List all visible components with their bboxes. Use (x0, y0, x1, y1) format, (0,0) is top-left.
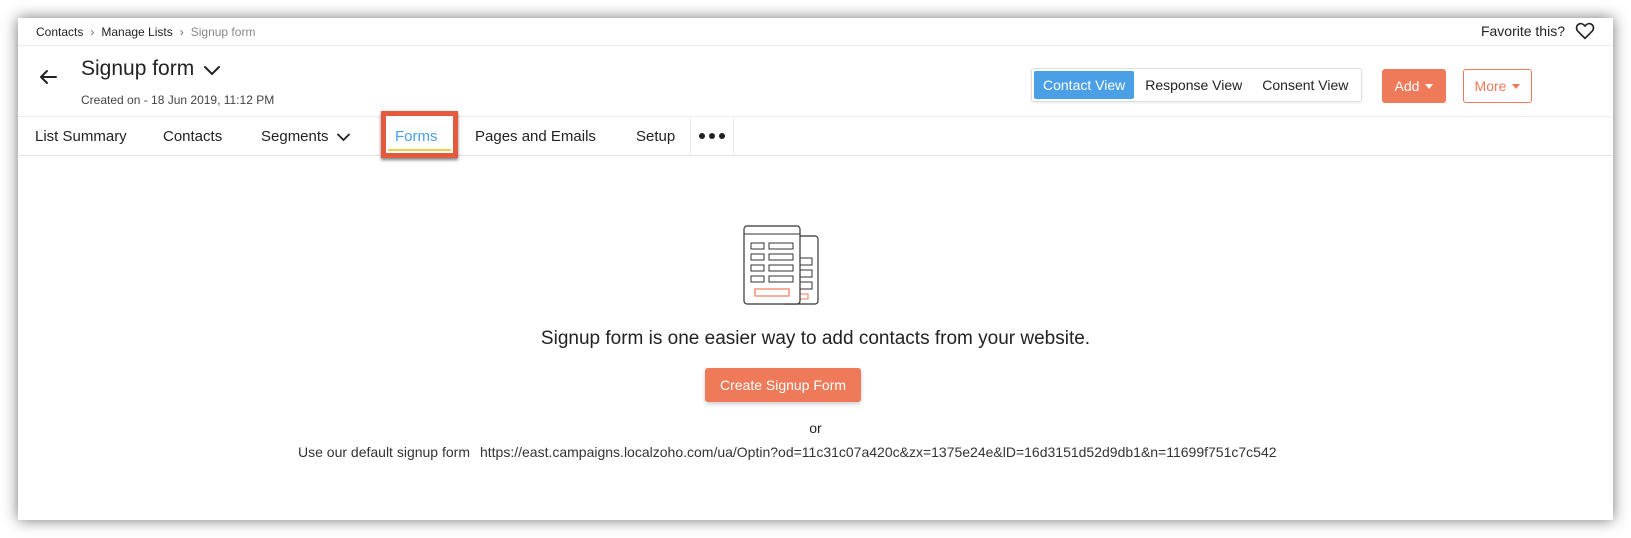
dot (719, 133, 725, 139)
chevron-right-icon: › (90, 25, 95, 39)
breadcrumb-contacts[interactable]: Contacts (36, 25, 83, 39)
top-bar: Contacts › Manage Lists › Signup form Fa… (18, 18, 1613, 46)
created-date: Created on - 18 Jun 2019, 11:12 PM (81, 93, 275, 107)
page-header: Signup form Created on - 18 Jun 2019, 11… (18, 46, 1613, 116)
tab-forms[interactable]: Forms (395, 117, 438, 155)
tab-bar: List Summary Contacts Segments Forms Pag… (18, 111, 1613, 158)
chevron-down-icon (336, 133, 350, 141)
chevron-right-icon: › (179, 25, 184, 39)
page-title: Signup form (81, 57, 195, 80)
response-view-button[interactable]: Response View (1136, 71, 1251, 99)
add-button[interactable]: Add (1382, 69, 1446, 103)
signup-form-illustration-icon (743, 225, 819, 305)
back-arrow-icon[interactable] (39, 69, 57, 85)
heart-icon[interactable] (1575, 22, 1595, 40)
view-toggle: Contact View Response View Consent View (1031, 68, 1363, 102)
more-button[interactable]: More (1463, 69, 1532, 103)
default-signup-form-label: Use our default signup form (298, 444, 470, 460)
tab-segments-label: Segments (261, 127, 329, 145)
caret-down-icon (1425, 83, 1434, 89)
breadcrumb-manage-lists[interactable]: Manage Lists (101, 25, 172, 39)
breadcrumb: Contacts › Manage Lists › Signup form (36, 25, 255, 39)
tab-contacts[interactable]: Contacts (163, 117, 222, 155)
more-button-label: More (1474, 78, 1507, 94)
default-signup-form-line: Use our default signup form https://east… (298, 444, 1277, 460)
favorite-label: Favorite this? (1480, 23, 1565, 39)
tab-segments[interactable]: Segments (261, 117, 350, 155)
app-window: Contacts › Manage Lists › Signup form Fa… (18, 18, 1613, 520)
breadcrumb-current: Signup form (190, 25, 256, 39)
contact-view-button[interactable]: Contact View (1034, 71, 1135, 99)
or-separator: or (809, 420, 822, 436)
caret-down-icon (1512, 83, 1521, 89)
tab-list-summary[interactable]: List Summary (35, 117, 127, 155)
default-signup-form-url[interactable]: https://east.campaigns.localzoho.com/ua/… (480, 444, 1277, 460)
consent-view-button[interactable]: Consent View (1253, 71, 1357, 99)
title-row: Signup form (81, 57, 221, 81)
create-signup-form-button[interactable]: Create Signup Form (705, 368, 861, 402)
chevron-down-icon[interactable] (204, 65, 221, 77)
tab-setup[interactable]: Setup (636, 117, 675, 155)
dot (709, 133, 715, 139)
favorite-control: Favorite this? (1481, 22, 1595, 40)
dot (699, 133, 705, 139)
tab-pages-and-emails[interactable]: Pages and Emails (475, 117, 596, 155)
more-tabs-button[interactable] (690, 117, 734, 155)
add-button-label: Add (1394, 78, 1420, 94)
empty-state-message: Signup form is one easier way to add con… (540, 328, 1091, 349)
